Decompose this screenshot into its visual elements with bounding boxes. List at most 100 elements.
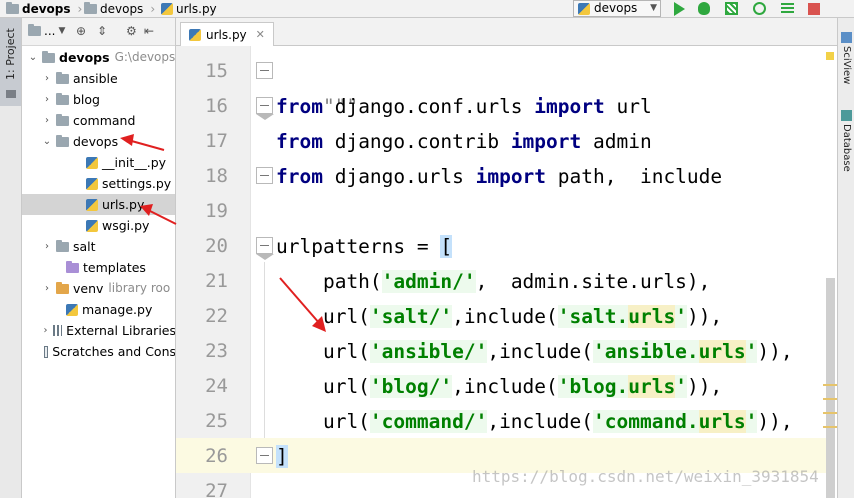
tree-item-root[interactable]: ⌄ devops G:\devops <box>22 47 175 68</box>
arrow-line <box>127 139 165 151</box>
arrow-line <box>147 209 177 225</box>
chevron-down-icon: ⌄ <box>42 136 52 147</box>
sync-target-icon[interactable]: ⊕ <box>76 25 86 38</box>
library-folder-icon <box>56 281 69 294</box>
arrow-line <box>279 277 321 325</box>
code-line-16: from django.conf.urls import url <box>276 95 652 118</box>
line-number: 25 <box>205 410 228 432</box>
folder-icon <box>56 239 69 252</box>
tree-item-ansible[interactable]: › ansible <box>22 68 175 89</box>
chevron-down-icon: ▼ <box>650 3 657 13</box>
editor-tabs: urls.py ✕ <box>176 18 837 46</box>
warning-marker[interactable] <box>823 384 837 386</box>
chevron-right-icon: › <box>45 73 49 84</box>
tree-item-blog[interactable]: › blog <box>22 89 175 110</box>
line-number: 24 <box>205 375 228 397</box>
hide-panel-icon[interactable]: ⇤ <box>144 25 154 38</box>
fold-marker-icon[interactable] <box>256 167 273 184</box>
tree-item-salt[interactable]: › salt <box>22 236 175 257</box>
right-tool-strip: SciView Database <box>837 18 854 498</box>
line-number: 22 <box>205 305 228 327</box>
code-line-25: url('command/',include('command.urls')), <box>276 410 793 433</box>
debug-icon <box>698 2 710 15</box>
line-number: 20 <box>205 235 228 257</box>
folder-icon <box>42 50 55 63</box>
stop-icon <box>808 3 820 15</box>
tree-item-templates[interactable]: templates <box>22 257 175 278</box>
arrowhead-icon <box>120 134 134 146</box>
python-file-icon <box>161 2 173 15</box>
code-line-20: urlpatterns = [ <box>276 235 453 258</box>
line-number: 21 <box>205 270 228 292</box>
project-tool-tab[interactable]: 1: Project <box>0 18 21 106</box>
python-file-icon <box>66 303 78 316</box>
vertical-scrollbar[interactable] <box>826 278 835 498</box>
line-number: 26 <box>205 445 228 467</box>
project-tool-icon <box>6 90 16 98</box>
stop-button[interactable] <box>806 1 822 17</box>
breadcrumb-item-devops[interactable]: devops › <box>84 0 155 17</box>
warning-marker[interactable] <box>823 426 837 428</box>
folder-icon <box>56 113 69 126</box>
close-icon[interactable]: ✕ <box>256 28 265 41</box>
editor-tab-urls-py[interactable]: urls.py ✕ <box>180 22 274 46</box>
fold-marker-icon[interactable] <box>256 97 274 120</box>
line-number: 27 <box>205 480 228 498</box>
chevron-down-icon: ⌄ <box>28 52 38 63</box>
list-icon <box>781 3 794 13</box>
folder-icon <box>6 1 19 14</box>
code-line-21: path('admin/', admin.site.urls), <box>276 270 711 293</box>
tree-item-manage-py[interactable]: manage.py <box>22 299 175 320</box>
indent-guide <box>264 262 265 438</box>
chevron-right-icon: › <box>43 325 48 336</box>
warning-marker[interactable] <box>823 398 837 400</box>
run-icon <box>674 2 685 16</box>
templates-folder-icon <box>66 260 79 273</box>
profile-button[interactable] <box>752 1 768 17</box>
database-tab[interactable]: Database <box>841 124 852 172</box>
project-panel-header: ... ▼ ⊕ ⇕ ⚙ ⇤ <box>22 18 175 46</box>
folder-icon <box>56 71 69 84</box>
run-list-button[interactable] <box>779 1 795 17</box>
coverage-button[interactable] <box>724 1 740 17</box>
sciview-tab[interactable]: SciView <box>841 46 852 84</box>
line-number: 17 <box>205 130 228 152</box>
chevron-down-icon: ▼ <box>58 26 66 36</box>
gear-icon[interactable]: ⚙ <box>126 25 137 38</box>
tree-item-external-libraries[interactable]: › External Libraries <box>22 320 175 341</box>
fold-marker-icon[interactable] <box>256 62 273 79</box>
profile-icon <box>753 2 766 15</box>
tree-item-venv[interactable]: › venv library roo <box>22 278 175 299</box>
code-line-22: url('salt/',include('salt.urls')), <box>276 305 723 328</box>
chevron-right-icon: › <box>45 94 49 105</box>
breadcrumb-separator-icon: › <box>77 1 83 16</box>
chevron-right-icon: › <box>45 115 49 126</box>
python-file-icon <box>86 198 98 211</box>
run-button[interactable] <box>671 1 687 17</box>
database-icon <box>841 110 852 121</box>
scratches-icon <box>44 345 49 358</box>
breadcrumb-item-devops-root[interactable]: devops › <box>6 0 82 17</box>
arrowhead-icon <box>140 204 153 216</box>
debug-button[interactable] <box>696 1 712 17</box>
line-number: 18 <box>205 165 228 187</box>
sciview-icon <box>841 32 852 43</box>
code-line-15: """ <box>322 95 359 118</box>
chevron-right-icon: › <box>45 283 49 294</box>
run-configuration-select[interactable]: devops ▼ <box>573 0 661 17</box>
navigation-bar: devops › devops › urls.py devops ▼ <box>0 0 854 18</box>
tree-item-scratches[interactable]: Scratches and Cons <box>22 341 175 362</box>
project-view-selector[interactable]: ... ▼ <box>28 24 65 38</box>
code-line-18: from django.urls import path, include <box>276 165 723 188</box>
folder-icon <box>28 24 41 36</box>
annotation-arrows <box>120 134 177 225</box>
library-icon <box>53 325 63 336</box>
collapse-all-icon[interactable]: ⇕ <box>97 25 107 38</box>
analysis-status-icon[interactable] <box>826 52 834 60</box>
breadcrumb-item-file[interactable]: urls.py <box>161 0 217 17</box>
code-line-17: from django.contrib import admin <box>276 130 652 153</box>
fold-marker-icon[interactable] <box>256 237 274 260</box>
fold-marker-icon[interactable] <box>256 447 273 464</box>
left-tool-strip: 1: Project <box>0 18 22 498</box>
warning-marker[interactable] <box>823 412 837 414</box>
